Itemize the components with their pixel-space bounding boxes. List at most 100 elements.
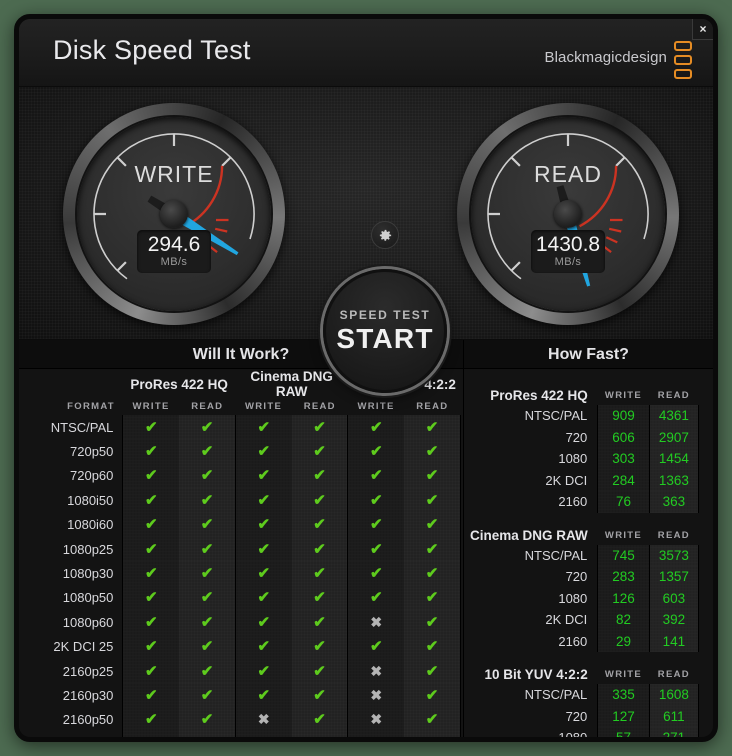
check-icon: ✔ <box>179 708 235 732</box>
check-icon: ✔ <box>404 464 460 488</box>
check-icon: ✔ <box>292 683 348 707</box>
how-fast-group-header: 10 Bit YUV 4:2:2WRITEREAD <box>470 658 699 684</box>
check-icon: ✔ <box>292 586 348 610</box>
check-icon: ✔ <box>123 610 179 634</box>
read-speed-value: 1454 <box>649 448 698 470</box>
how-fast-group-header: ProRes 422 HQWRITEREAD <box>470 379 699 405</box>
table-row: 1080p60✔✔✔✔✖✔ <box>21 610 461 634</box>
check-icon: ✔ <box>292 439 348 463</box>
format-label: 720p50 <box>21 439 123 463</box>
table-row: NTSC/PAL7453573 <box>470 545 699 567</box>
format-label: 1080p30 <box>21 561 123 585</box>
how-fast-sub-header-read: READ <box>649 519 698 545</box>
check-icon: ✔ <box>235 610 291 634</box>
close-icon[interactable]: × <box>692 18 714 40</box>
check-icon: ✔ <box>404 561 460 585</box>
write-needle-hub <box>160 200 188 228</box>
check-icon: ✔ <box>179 659 235 683</box>
check-icon: ✔ <box>123 732 179 742</box>
format-label: 2K DCI 25 <box>21 635 123 659</box>
read-gauge-label: READ <box>471 161 665 188</box>
how-fast-sub-header-read: READ <box>649 379 698 405</box>
table-row: 2160p60✔✔✖✔✖✔ <box>21 732 461 742</box>
check-icon: ✔ <box>179 464 235 488</box>
format-label: NTSC/PAL <box>470 405 598 427</box>
write-value-box: 294.6 MB/s <box>137 230 211 273</box>
table-row: 2K DCI82392 <box>470 609 699 631</box>
check-icon: ✔ <box>404 732 460 742</box>
format-label: 2160p30 <box>21 683 123 707</box>
settings-gear-button[interactable] <box>371 221 399 249</box>
check-icon: ✔ <box>179 415 235 439</box>
start-button-caption: SPEED TEST <box>340 308 431 322</box>
how-fast-sub-header-read: READ <box>649 658 698 684</box>
format-label: 720p60 <box>21 464 123 488</box>
check-icon: ✔ <box>235 464 291 488</box>
check-icon: ✔ <box>348 415 404 439</box>
table-row: 2160p25✔✔✔✔✖✔ <box>21 659 461 683</box>
table-row: 10803031454 <box>470 448 699 470</box>
check-icon: ✔ <box>292 708 348 732</box>
how-fast-group-header: Cinema DNG RAWWRITEREAD <box>470 519 699 545</box>
check-icon: ✔ <box>235 561 291 585</box>
write-speed-value: 745 <box>598 545 649 567</box>
check-icon: ✔ <box>292 610 348 634</box>
check-icon: ✔ <box>123 635 179 659</box>
check-icon: ✔ <box>292 732 348 742</box>
read-needle-hub <box>554 200 582 228</box>
check-icon: ✔ <box>235 513 291 537</box>
read-value: 1430.8 <box>531 234 605 256</box>
format-label: 1080i60 <box>21 513 123 537</box>
check-icon: ✔ <box>292 488 348 512</box>
write-gauge: WRITE 294.6 MB/s <box>63 103 285 325</box>
check-icon: ✔ <box>123 561 179 585</box>
format-label: 720 <box>470 427 598 449</box>
check-icon: ✔ <box>123 683 179 707</box>
read-speed-value: 271 <box>649 727 698 742</box>
cross-icon: ✖ <box>235 708 291 732</box>
table-row: 720p50✔✔✔✔✔✔ <box>21 439 461 463</box>
table-row: 2K DCI2841363 <box>470 470 699 492</box>
table-row: 1080126603 <box>470 588 699 610</box>
check-icon: ✔ <box>404 635 460 659</box>
title-bar: Disk Speed Test Blackmagicdesign × <box>19 19 713 87</box>
check-icon: ✔ <box>123 415 179 439</box>
cross-icon: ✖ <box>235 732 291 742</box>
format-label: 720 <box>470 566 598 588</box>
blackmagic-logo-icon <box>674 41 695 79</box>
write-speed-value: 284 <box>598 470 649 492</box>
check-icon: ✔ <box>179 513 235 537</box>
will-it-work-table-wrap: ProRes 422 HQ Cinema DNG RAW 10 Bit YUV … <box>19 369 463 742</box>
table-row: NTSC/PAL9094361 <box>470 405 699 427</box>
check-icon: ✔ <box>179 610 235 634</box>
check-icon: ✔ <box>292 464 348 488</box>
table-row: 216029141 <box>470 631 699 653</box>
check-icon: ✔ <box>123 513 179 537</box>
table-row: 108057271 <box>470 727 699 742</box>
table-row: NTSC/PAL3351608 <box>470 684 699 706</box>
check-icon: ✔ <box>348 513 404 537</box>
write-speed-value: 335 <box>598 684 649 706</box>
how-fast-title: How Fast? <box>464 340 713 369</box>
start-button-label: START <box>336 323 433 355</box>
write-speed-value: 606 <box>598 427 649 449</box>
format-label: 1080p50 <box>21 586 123 610</box>
check-icon: ✔ <box>235 635 291 659</box>
sub-header-dng-read: READ <box>292 401 348 415</box>
gauges-panel: WRITE 294.6 MB/s <box>19 87 713 340</box>
how-fast-table-wrap: ProRes 422 HQWRITEREADNTSC/PAL9094361720… <box>464 369 713 742</box>
check-icon: ✔ <box>179 537 235 561</box>
how-fast-sub-header-write: WRITE <box>598 519 649 545</box>
check-icon: ✔ <box>404 708 460 732</box>
write-speed-value: 127 <box>598 706 649 728</box>
speed-test-start-button[interactable]: SPEED TEST START <box>323 269 447 393</box>
read-speed-value: 603 <box>649 588 698 610</box>
format-label: 2K DCI <box>470 609 598 631</box>
how-fast-panel: How Fast? ProRes 422 HQWRITEREADNTSC/PAL… <box>464 340 713 742</box>
check-icon: ✔ <box>404 513 460 537</box>
table-row: 1080i50✔✔✔✔✔✔ <box>21 488 461 512</box>
write-speed-value: 909 <box>598 405 649 427</box>
format-label: 2160p50 <box>21 708 123 732</box>
check-icon: ✔ <box>123 708 179 732</box>
table-row: 7206062907 <box>470 427 699 449</box>
